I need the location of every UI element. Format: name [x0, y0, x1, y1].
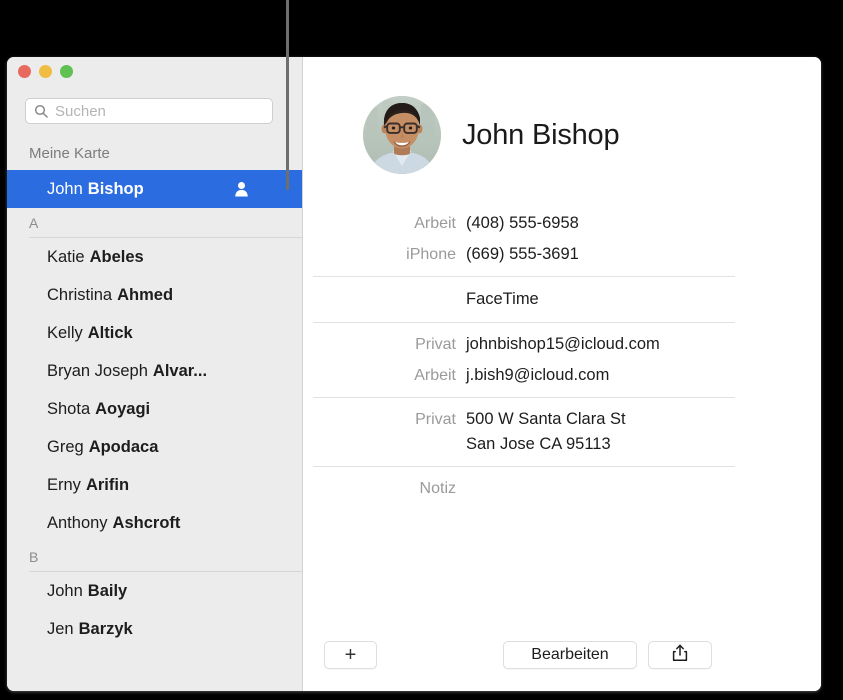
field-phone-iphone[interactable]: iPhone (669) 555-3691 [313, 239, 735, 270]
page-title: John Bishop [462, 118, 620, 151]
close-button[interactable] [18, 65, 31, 78]
search-input[interactable] [55, 102, 255, 120]
contact-last-name: Bishop [87, 179, 144, 198]
list-item[interactable]: Shota Aoyagi [7, 390, 302, 428]
person-icon [233, 181, 250, 198]
field-value: j.bish9@icloud.com [466, 366, 610, 384]
contact-first-name: Kelly [47, 323, 83, 342]
group-header-my-card: Meine Karte [29, 145, 110, 162]
contact-last-name: Apodaca [88, 437, 159, 456]
list-item[interactable]: Jen Barzyk [7, 610, 302, 648]
divider [313, 276, 735, 277]
contact-first-name: John [47, 581, 83, 600]
contact-first-name: Shota [47, 399, 91, 418]
search-icon [34, 104, 48, 118]
list-item[interactable]: John Baily [7, 572, 302, 610]
contact-detail-pane: John Bishop Arbeit (408) 555-6958 iPhone… [303, 57, 821, 691]
contact-last-name: Abeles [89, 247, 144, 266]
field-label [313, 287, 466, 312]
contact-fields: Arbeit (408) 555-6958 iPhone (669) 555-3… [313, 208, 735, 504]
minimize-button[interactable] [39, 65, 52, 78]
avatar[interactable] [363, 96, 441, 174]
contact-last-name: Baily [87, 581, 128, 600]
field-label: Privat [415, 336, 456, 353]
screenshot-stage: Meine Karte John Bishop A Katie Abe [0, 0, 843, 700]
contact-last-name: Ashcroft [112, 513, 181, 532]
list-item[interactable]: Greg Apodaca [7, 428, 302, 466]
window-traffic-lights [18, 65, 73, 78]
field-label: Arbeit [414, 215, 456, 232]
field-phone-work[interactable]: Arbeit (408) 555-6958 [313, 208, 735, 239]
callout-pointer-line [286, 0, 289, 190]
contact-last-name: Alvar... [152, 361, 208, 380]
contact-last-name: Arifin [85, 475, 130, 494]
group-header-b: B [7, 542, 302, 572]
list-item[interactable]: Anthony Ashcroft [7, 504, 302, 542]
field-value: 500 W Santa Clara St San Jose CA 95113 [466, 410, 626, 453]
add-contact-button[interactable]: + [324, 641, 377, 669]
list-item[interactable]: John Bishop [7, 170, 302, 208]
share-button[interactable] [648, 641, 712, 669]
zoom-button[interactable] [60, 65, 73, 78]
list-item[interactable]: Christina Ahmed [7, 276, 302, 314]
list-item[interactable]: Kelly Altick [7, 314, 302, 352]
share-icon [672, 644, 688, 667]
contact-first-name: Katie [47, 247, 85, 266]
divider [313, 466, 735, 467]
contact-first-name: Bryan Joseph [47, 361, 148, 380]
contacts-list[interactable]: Meine Karte John Bishop A Katie Abeles C… [7, 137, 302, 691]
contact-first-name: Erny [47, 475, 81, 494]
field-address-home[interactable]: Privat 500 W Santa Clara St San Jose CA … [313, 404, 735, 460]
group-header-a: A [7, 208, 302, 238]
field-email-home[interactable]: Privat johnbishop15@icloud.com [313, 329, 735, 360]
contact-last-name: Altick [87, 323, 133, 342]
contact-last-name: Aoyagi [95, 399, 151, 418]
field-label: Privat [415, 411, 456, 428]
field-label: Notiz [419, 480, 456, 497]
field-label: Arbeit [414, 367, 456, 384]
field-value: (669) 555-3691 [466, 245, 579, 263]
edit-button[interactable]: Bearbeiten [503, 641, 637, 669]
divider [313, 322, 735, 323]
sidebar: Meine Karte John Bishop A Katie Abe [7, 57, 303, 691]
field-value: johnbishop15@icloud.com [466, 335, 660, 353]
field-facetime[interactable]: FaceTime [313, 283, 735, 316]
list-item[interactable]: Bryan Joseph Alvar... [7, 352, 302, 390]
field-note[interactable]: Notiz [313, 473, 735, 504]
contact-first-name: Greg [47, 437, 84, 456]
bottom-toolbar: + Bearbeiten [303, 625, 821, 691]
field-label: iPhone [406, 246, 456, 263]
contacts-window: Meine Karte John Bishop A Katie Abe [7, 57, 821, 691]
field-value: (408) 555-6958 [466, 214, 579, 232]
contact-first-name: Anthony [47, 513, 108, 532]
field-value: FaceTime [466, 290, 539, 308]
contact-last-name: Barzyk [78, 619, 133, 638]
list-item[interactable]: Erny Arifin [7, 466, 302, 504]
list-item[interactable]: Katie Abeles [7, 238, 302, 276]
contact-first-name: Jen [47, 619, 74, 638]
field-email-work[interactable]: Arbeit j.bish9@icloud.com [313, 360, 735, 391]
divider [313, 397, 735, 398]
contact-photo [363, 96, 441, 174]
contact-header: John Bishop [303, 57, 821, 174]
contact-first-name: Christina [47, 285, 113, 304]
search-field[interactable] [25, 98, 273, 124]
contact-first-name: John [47, 179, 83, 198]
contact-last-name: Ahmed [117, 285, 174, 304]
